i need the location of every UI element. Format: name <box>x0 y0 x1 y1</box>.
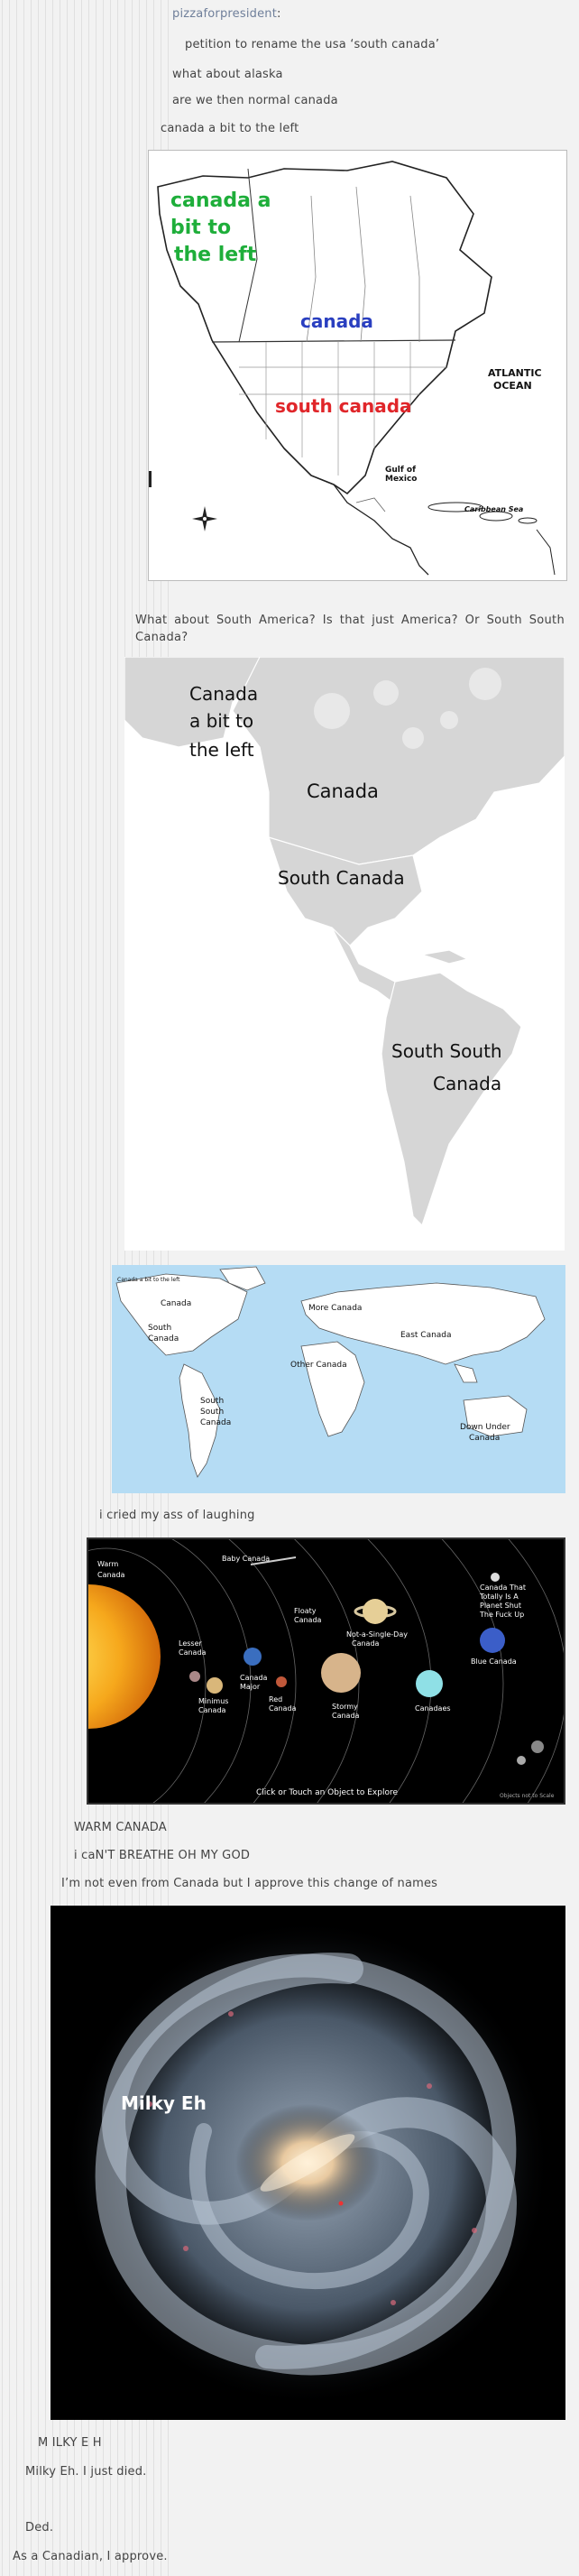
solar-major-1: Canada <box>240 1674 268 1682</box>
solar-major-2: Major <box>240 1683 261 1691</box>
solar-warm-1: Warm <box>97 1560 118 1568</box>
map2-left-3: the left <box>189 739 254 761</box>
solar-minimus-2: Canada <box>198 1706 226 1714</box>
solar-floaty-1: Floaty <box>294 1607 317 1615</box>
map1-left-label-3: the left <box>174 244 257 266</box>
map1-left-label-1: canada a <box>170 189 271 212</box>
solar-system-svg: Warm Canada Baby Canada Lesser Canada Mi… <box>88 1539 564 1803</box>
north-america-map: canada a bit to the left canada south ca… <box>148 150 567 581</box>
solar-stormy-2: Canada <box>332 1712 360 1720</box>
map3-down-2: Canada <box>469 1434 500 1443</box>
solar-notso-2: Canada <box>352 1639 380 1648</box>
reblog-thread: pizzaforpresident: petition to rename th… <box>0 0 579 2576</box>
map1-gulf-2: Mexico <box>385 475 417 484</box>
normal-canada-text: are we then normal canada <box>172 94 338 107</box>
author-colon: : <box>277 7 281 21</box>
galaxy-label: Milky Eh <box>121 2092 207 2114</box>
map3-down-1: Down Under <box>460 1423 510 1432</box>
original-author[interactable]: pizzaforpresident: <box>172 7 281 21</box>
map1-atlantic-2: OCEAN <box>493 380 532 392</box>
map3-ssc-2: South <box>200 1408 224 1417</box>
world-map: Canada a bit to the left Canada South Ca… <box>112 1265 565 1493</box>
solar-click[interactable]: Click or Touch an Object to Explore <box>256 1788 398 1797</box>
petition-text: petition to rename the usa ‘south canada… <box>185 38 440 51</box>
map1-gulf-1: Gulf of <box>385 466 416 475</box>
map1-left-label-2: bit to <box>170 217 231 239</box>
solar-system-image: Warm Canada Baby Canada Lesser Canada Mi… <box>87 1537 565 1805</box>
solar-totally-3: Planet Shut <box>480 1602 521 1610</box>
warm-canada-text: WARM CANADA <box>74 1821 167 1834</box>
solar-scale: Objects not to Scale <box>500 1793 555 1799</box>
solar-blue: Blue Canada <box>471 1657 517 1666</box>
map3-more: More Canada <box>308 1304 362 1313</box>
cried-text: i cried my ass of laughing <box>99 1509 255 1522</box>
south-america-question: What about South America? Is that just A… <box>135 614 565 644</box>
left-canada-text: canada a bit to the left <box>161 122 299 135</box>
solar-lesser-1: Lesser <box>179 1639 202 1648</box>
map3-ssc-1: South <box>200 1397 224 1406</box>
solar-totally-2: Totally Is A <box>479 1593 519 1601</box>
solar-notso-1: Not-a-Single-Day <box>346 1630 408 1639</box>
solar-red-1: Red <box>269 1695 282 1703</box>
galaxy-svg: Milky Eh <box>51 1906 565 2420</box>
americas-map-svg: Canada a bit to the left Canada South Ca… <box>124 657 565 1251</box>
map3-canada: Canada <box>161 1299 191 1308</box>
solar-warm-2: Canada <box>97 1571 125 1579</box>
map2-left-2: a bit to <box>189 710 253 732</box>
map2-south-canada: South Canada <box>278 867 405 889</box>
map2-ssc-2: Canada <box>433 1073 501 1094</box>
solar-minimus-1: Minimus <box>198 1697 228 1705</box>
world-map-svg: Canada a bit to the left Canada South Ca… <box>112 1265 565 1493</box>
map1-atlantic-1: ATLANTIC <box>488 367 542 379</box>
solar-canadaes: Canadaes <box>415 1704 451 1713</box>
solar-baby: Baby Canada <box>222 1555 270 1563</box>
map2-ssc-1: South South <box>391 1040 502 1062</box>
north-america-map-svg: canada a bit to the left canada south ca… <box>149 151 566 580</box>
map3-other: Other Canada <box>290 1361 347 1370</box>
galaxy-image: Milky Eh <box>51 1906 565 2420</box>
map2-canada: Canada <box>307 780 379 802</box>
milky-died-text: Milky Eh. I just died. <box>25 2465 147 2479</box>
solar-stormy-1: Stormy <box>332 1703 358 1711</box>
solar-lesser-2: Canada <box>179 1648 207 1657</box>
milky-eh-caps-text: M ILKY E H <box>38 2436 102 2450</box>
map2-left-1: Canada <box>189 683 258 705</box>
map3-south-1: South <box>148 1324 171 1333</box>
map1-caribbean: Caribbean Sea <box>464 505 523 513</box>
solar-totally-4: The Fuck Up <box>479 1611 524 1619</box>
canadian-approve-text: As a Canadian, I approve. <box>13 2550 168 2563</box>
map3-south-2: Canada <box>148 1334 179 1343</box>
map3-ssc-3: Canada <box>200 1418 231 1427</box>
map3-left: Canada a bit to the left <box>117 1277 180 1283</box>
solar-red-2: Canada <box>269 1704 297 1713</box>
americas-map: Canada a bit to the left Canada South Ca… <box>124 657 565 1251</box>
alaska-text: what about alaska <box>172 68 283 81</box>
author-link[interactable]: pizzaforpresident <box>172 7 277 21</box>
cant-breathe-text: i caN'T BREATHE OH MY GOD <box>74 1849 251 1862</box>
map1-canada-label: canada <box>300 310 373 332</box>
solar-totally-1: Canada That <box>480 1583 526 1592</box>
solar-floaty-2: Canada <box>294 1616 322 1624</box>
approve-names-text: I’m not even from Canada but I approve t… <box>61 1877 438 1890</box>
ded-text: Ded. <box>25 2521 54 2534</box>
map1-south-canada-label: south canada <box>275 395 412 417</box>
map3-east: East Canada <box>400 1331 452 1340</box>
